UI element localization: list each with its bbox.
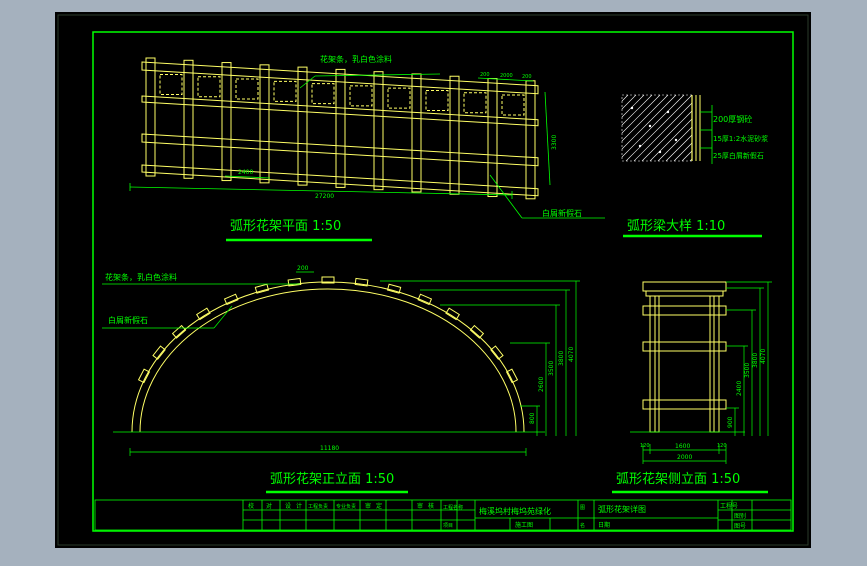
cad-viewport: 花架条，乳白色涂料 白屑新假石 2400 27200 3300 200 2000… [0,0,867,562]
side-title: 弧形花架侧立面 1:50 [616,471,740,487]
tb-sub-project: 工程名称 [443,504,463,511]
plan-dim-total: 27200 [315,193,334,200]
plan-dim-spacing: 2400 [238,169,253,176]
tb-cell-8: 定 [376,502,382,510]
plan-label-stone: 白屑新假石 [542,208,582,218]
plan-dim-top-2: 2000 [500,73,513,79]
tb-project: 梅溪坞村梅坞苑绿化 [479,506,551,516]
side-dim-part-2: 1600 [675,443,690,450]
plan-dim-width: 3300 [551,135,558,150]
detail-layer-3: 25厚白屑新假石 [713,151,764,160]
hatch-dot [674,138,678,142]
front-dim-h2: 2600 [538,377,545,392]
tb-sheet-label-1: 工程号 [720,502,738,510]
tb-cell-2: 对 [266,502,272,510]
tb-item-label: 项目 [443,523,453,529]
front-dim-h1: 800 [529,412,536,424]
tb-cell-3: 设 [285,502,291,510]
tb-sheet-label-2: 图别 [734,512,746,520]
front-dim-top: 200 [297,265,309,272]
hatch-dot [638,144,642,148]
side-dim-h5: 4070 [760,349,767,364]
side-dim-part-1: 120 [640,443,650,449]
front-dim-span: 11180 [320,445,339,452]
plan-title: 弧形花架平面 1:50 [230,218,341,234]
tb-cell-5: 工程负责 [308,503,328,510]
side-dim-h4: 3800 [752,353,759,368]
side-dim-h1: 900 [727,416,734,428]
tb-drawing-label: 图 [580,505,585,511]
tb-date-label-mark: 名 [580,522,585,529]
hatch-dot [648,124,652,128]
front-title: 弧形花架正立面 1:50 [270,471,394,487]
tb-cell-6: 专业负责 [336,503,356,510]
detail-layer-2: 15厚1:2水泥砂浆 [713,134,768,143]
side-dim-part-3: 120 [717,443,727,449]
tb-cell-4: 计 [296,502,302,510]
front-label-stone: 白屑新假石 [108,315,148,325]
detail-title: 弧形梁大样 1:10 [627,219,725,234]
plan-dim-top-1: 200 [480,72,490,78]
front-dim-h4: 3800 [558,351,565,366]
front-dim-h3: 3500 [548,361,555,376]
tb-sheet-label-3: 图号 [734,523,746,530]
tb-phase: 施工图 [515,521,533,529]
tb-date-label: 日期 [598,521,610,529]
side-dim-h3: 3500 [744,363,751,378]
cad-drawing: 花架条，乳白色涂料 白屑新假石 2400 27200 3300 200 2000… [55,12,811,548]
plan-label-top: 花架条，乳白色涂料 [320,54,392,64]
detail-layer-1: 200厚钢砼 [713,114,752,124]
side-dim-h2: 2400 [736,381,743,396]
tb-cell-1: 校 [248,502,254,510]
plan-dim-top-3: 200 [522,74,532,80]
front-dim-h5: 4070 [568,347,575,362]
tb-drawing-name: 弧形花架详图 [598,504,646,514]
tb-cell-9: 审 [417,502,423,510]
side-dim-total: 2000 [677,454,692,461]
front-label-top: 花架条，乳白色涂料 [105,272,177,282]
hatch-dot [666,110,670,114]
hatch-dot [630,106,634,110]
hatch-dot [658,150,662,154]
tb-cell-10: 核 [428,502,434,510]
tb-cell-7: 审 [365,502,371,510]
